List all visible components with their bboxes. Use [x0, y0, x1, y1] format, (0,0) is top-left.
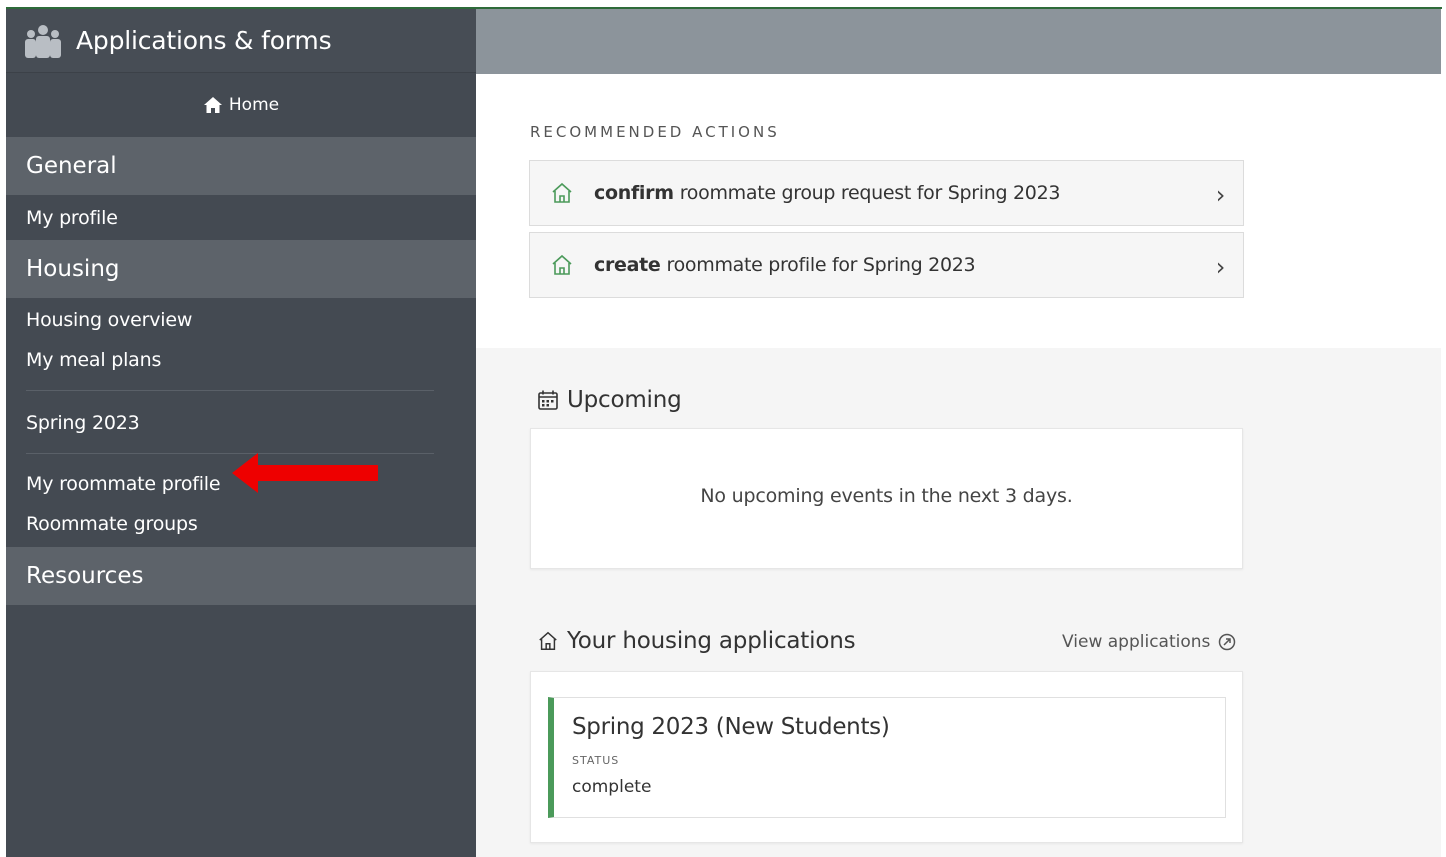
view-applications-link[interactable]: View applications: [1062, 632, 1236, 652]
section-general[interactable]: General: [6, 137, 476, 195]
nav-my-profile[interactable]: My profile: [6, 198, 476, 238]
circle-arrow-icon: [1219, 633, 1236, 651]
sidebar: Applications & forms Home General My pro…: [6, 9, 476, 857]
nav-housing-overview[interactable]: Housing overview: [6, 300, 476, 340]
app-title: Applications & forms: [76, 26, 332, 55]
house-icon: [539, 631, 557, 650]
nav-spring-2023[interactable]: Spring 2023: [6, 403, 476, 443]
main-top-band: [476, 9, 1441, 74]
calendar-icon: [538, 390, 558, 410]
upcoming-title: Upcoming: [567, 387, 682, 413]
section-resources[interactable]: Resources: [6, 547, 476, 605]
view-applications-label: View applications: [1062, 632, 1211, 652]
house-icon: [552, 254, 572, 275]
upcoming-empty-message: No upcoming events in the next 3 days.: [700, 485, 1073, 507]
top-accent-line: [0, 0, 1446, 9]
application-card[interactable]: Spring 2023 (New Students) STATUS comple…: [548, 697, 1226, 818]
recommended-actions-label: RECOMMENDED ACTIONS: [530, 123, 780, 141]
applications-title: Your housing applications: [567, 628, 856, 654]
annotation-arrow-icon: [232, 453, 378, 493]
home-label: Home: [228, 95, 280, 115]
chevron-right-icon: ›: [1215, 253, 1226, 281]
sidebar-header: Applications & forms: [6, 9, 476, 73]
applications-heading: Your housing applications: [537, 628, 856, 654]
home-link[interactable]: Home: [6, 73, 476, 137]
action-text: roommate group request for Spring 2023: [679, 182, 1061, 204]
house-icon: [552, 182, 572, 203]
nav-roommate-groups[interactable]: Roommate groups: [6, 504, 476, 544]
upcoming-panel: No upcoming events in the next 3 days.: [530, 428, 1243, 569]
chevron-right-icon: ›: [1215, 181, 1226, 209]
action-create-roommate-profile[interactable]: create roommate profile for Spring 2023 …: [529, 232, 1244, 298]
application-status-label: STATUS: [572, 754, 620, 767]
people-icon: [25, 24, 61, 58]
action-text: roommate profile for Spring 2023: [666, 254, 976, 276]
home-icon: [203, 97, 222, 113]
nav-my-meal-plans[interactable]: My meal plans: [6, 340, 476, 380]
application-status: complete: [572, 777, 652, 797]
application-name: Spring 2023 (New Students): [572, 714, 890, 740]
action-confirm-roommate-group[interactable]: confirm roommate group request for Sprin…: [529, 160, 1244, 226]
action-verb: confirm: [594, 182, 674, 204]
action-verb: create: [594, 254, 661, 276]
upcoming-heading: Upcoming: [537, 387, 682, 413]
applications-panel: Spring 2023 (New Students) STATUS comple…: [530, 671, 1243, 843]
section-housing[interactable]: Housing: [6, 240, 476, 298]
